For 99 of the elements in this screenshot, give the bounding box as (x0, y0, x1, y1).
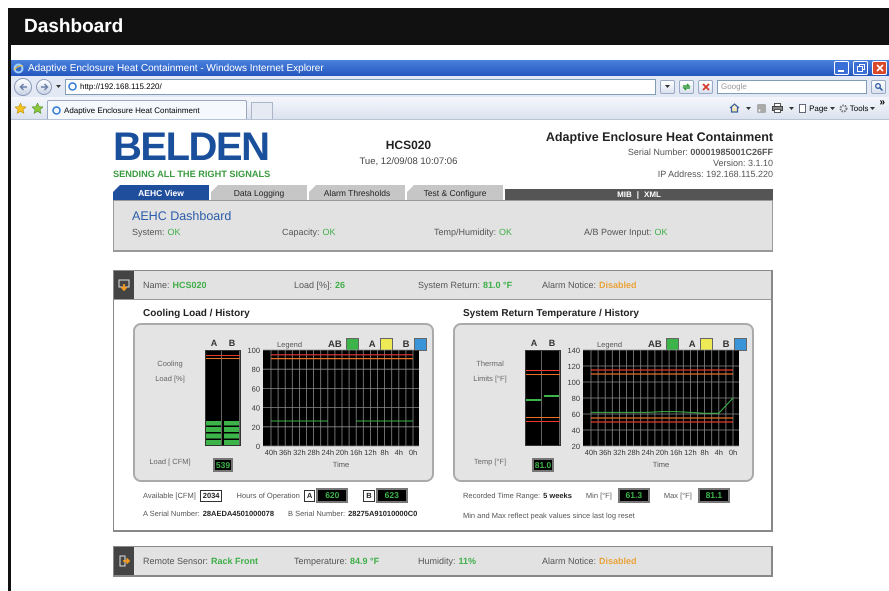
search-field[interactable]: Google (717, 80, 867, 94)
print-icon[interactable] (772, 103, 784, 113)
minimize-button[interactable] (834, 61, 849, 75)
logo: BELDEN (113, 127, 268, 167)
status-value: OK (654, 227, 668, 237)
dashboard-title: AEHC Dashboard (132, 209, 232, 223)
close-icon (876, 64, 884, 72)
gear-icon (838, 104, 848, 112)
status-value: OK (499, 227, 512, 237)
status-value: OK (322, 227, 336, 237)
forward-button[interactable] (36, 78, 52, 94)
legend-label: AB (328, 338, 342, 350)
field-value: Disabled (599, 280, 637, 290)
nav-tab[interactable]: Alarm Thresholds (309, 185, 405, 200)
device-name: HCS020 (386, 138, 432, 152)
legend-label: B (402, 338, 410, 350)
dropdown-button[interactable] (660, 80, 675, 94)
close-button[interactable] (872, 61, 887, 75)
ip-address: IP Address: 192.168.115.220 (658, 169, 773, 180)
browser-tab[interactable]: Adaptive Enclosure Heat Containment (47, 100, 247, 119)
refresh-icon (682, 82, 691, 90)
field-value: 81.0 °F (483, 280, 512, 290)
status-label: A/B Power Input: (584, 227, 652, 237)
caret-icon (870, 106, 876, 110)
panel-title: System Return Temperature / History (463, 308, 640, 319)
caret-icon (746, 106, 752, 110)
back-arrow-icon (18, 82, 28, 90)
field-value: HCS020 (172, 280, 207, 290)
field-value: Rack Front (211, 556, 258, 566)
search-button[interactable] (871, 80, 886, 94)
window-title: Adaptive Enclosure Heat Containment - Windows Internet Explorer (28, 62, 325, 74)
back-button[interactable] (14, 78, 32, 96)
home-icon[interactable] (729, 103, 740, 113)
star-icon[interactable] (15, 102, 26, 114)
readout-display: 61.3 (618, 488, 650, 503)
field-label: Name: (143, 280, 170, 290)
legend-label: B (722, 338, 730, 350)
limit-line (206, 354, 240, 356)
status-label: System: (132, 227, 165, 237)
nav-tab[interactable]: Data Logging (211, 185, 307, 200)
stop-icon (702, 82, 710, 90)
legend-label: AB (648, 338, 662, 350)
readout-display: 539 (212, 458, 234, 472)
caret-icon (830, 106, 835, 110)
status-label: Temp/Humidity: (434, 227, 496, 237)
field-value: 26 (335, 280, 346, 290)
limit-line (206, 358, 240, 360)
header-title: Dashboard (24, 16, 124, 38)
link-separator: | (636, 190, 640, 199)
limit-line (526, 420, 560, 422)
field-label: Remote Sensor: (143, 556, 208, 566)
date-time: Tue, 12/09/08 10:07:06 (359, 156, 458, 167)
refresh-button[interactable] (679, 80, 694, 94)
readout-display: 623 (376, 488, 408, 503)
field-label: Load [%]: (294, 280, 332, 290)
nav-tab[interactable]: Test & Configure (407, 185, 503, 200)
panel-title: Cooling Load / History (143, 308, 251, 319)
stop-button[interactable] (698, 80, 713, 94)
toolbar-menu-button[interactable]: Page (798, 104, 835, 112)
version-text: Version: 3.1.10 (712, 158, 773, 169)
limit-line (526, 416, 560, 418)
forward-arrow-icon (40, 82, 48, 90)
limit-line (526, 370, 560, 371)
field-value: 84.9 °F (350, 556, 380, 566)
caret-icon (56, 85, 61, 88)
browser-icon (13, 62, 24, 74)
address-field[interactable]: http://192.168.115.220/ (65, 78, 656, 94)
meter-column-label: B (548, 338, 556, 350)
meter-column-label: A (530, 338, 538, 350)
readout-display: 620 (316, 488, 348, 503)
legend-label: A (368, 338, 376, 350)
status-label: Capacity: (282, 227, 320, 237)
field-label: Alarm Notice: (542, 280, 596, 290)
serial-number: Serial Number: 00001985001C26FF (628, 147, 773, 158)
restore-icon (856, 64, 864, 72)
nav-link[interactable]: MIB (617, 190, 632, 199)
field-value: Disabled (599, 556, 637, 566)
status-value: OK (168, 227, 181, 237)
nav-tab[interactable]: AEHC View (113, 185, 209, 200)
product-title: Adaptive Enclosure Heat Containment (546, 130, 773, 144)
field-label: System Return: (418, 280, 480, 290)
restore-button[interactable] (853, 61, 868, 75)
logo-tagline: SENDING ALL THE RIGHT SIGNALS (113, 169, 271, 179)
caret-icon (665, 85, 670, 88)
readout-display: 81.0 (532, 458, 554, 472)
add-favorite-icon[interactable] (32, 102, 43, 114)
field-label: Temperature: (294, 556, 348, 566)
field-value: 11% (458, 556, 476, 566)
caret-icon (789, 106, 794, 110)
field-label: Humidity: (418, 556, 456, 566)
nav-link[interactable]: XML (644, 190, 661, 199)
readout-display: 81.1 (698, 488, 730, 503)
more-tools-button[interactable]: » (879, 97, 885, 108)
field-label: Alarm Notice: (542, 556, 596, 566)
meter-column-label: B (228, 338, 236, 350)
legend-label: A (688, 338, 696, 350)
meter-column-label: A (210, 338, 218, 350)
toolbar-menu-button[interactable]: Tools (838, 104, 876, 112)
search-icon (874, 82, 882, 90)
